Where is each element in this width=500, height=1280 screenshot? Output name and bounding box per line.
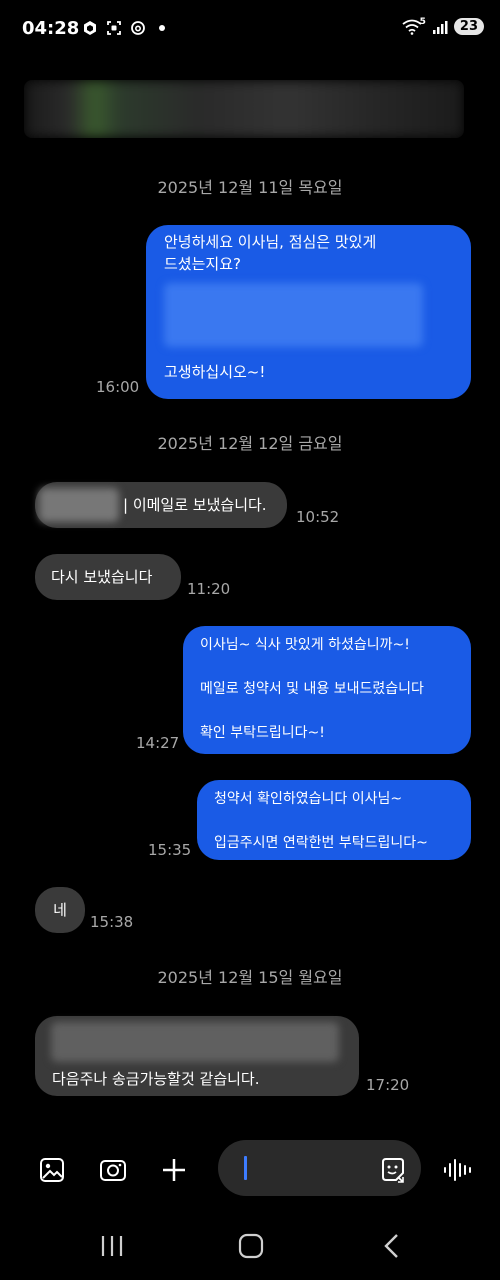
threads-icon — [131, 21, 145, 35]
message-text: 확인 부탁드립니다~! — [200, 725, 325, 741]
recents-nav-button[interactable] — [92, 1230, 132, 1262]
plus-icon — [163, 1159, 185, 1181]
gallery-button[interactable] — [34, 1152, 70, 1188]
camera-icon — [100, 1160, 126, 1181]
message-text: 이사님~ 식사 맛있게 하셨습니까~! — [200, 637, 410, 653]
redacted-text — [164, 283, 423, 347]
text-cursor — [244, 1156, 247, 1180]
wifi-icon — [402, 19, 422, 35]
emoji-sticker-icon — [382, 1158, 404, 1183]
redacted-text — [51, 1022, 339, 1062]
cube-app-icon — [84, 21, 96, 35]
contact-header[interactable] — [24, 80, 464, 138]
message-text: 드셨는지요? — [164, 255, 241, 273]
message-time: 17:20 — [366, 1076, 410, 1094]
message-text: | 이메일로 보냈습니다. — [123, 496, 267, 514]
screenshot-icon — [107, 21, 121, 35]
voice-icon — [444, 1159, 471, 1181]
message-text: 메일로 청약서 및 내용 보내드렸습니다 — [200, 681, 424, 697]
sent-message[interactable]: 청약서 확인하였습니다 이사님~ 입금주시면 연락한번 부탁드립니다~ — [197, 780, 471, 860]
message-time: 15:35 — [148, 841, 192, 859]
message-time: 16:00 — [96, 378, 140, 396]
home-nav-button[interactable] — [231, 1230, 271, 1262]
signal-icon — [432, 20, 448, 34]
system-nav-bar — [0, 1214, 500, 1274]
gallery-icon — [40, 1158, 64, 1182]
date-separator: 2025년 12월 15일 월요일 — [157, 968, 343, 987]
sent-message[interactable]: 이사님~ 식사 맛있게 하셨습니까~! 메일로 청약서 및 내용 보내드렸습니다… — [183, 626, 471, 754]
date-separator: 2025년 12월 11일 목요일 — [157, 178, 343, 197]
message-time: 10:52 — [296, 508, 340, 526]
battery-level: 23 — [453, 18, 484, 35]
dot-icon — [159, 25, 165, 31]
message-text: 다시 보냈습니다 — [51, 568, 153, 586]
received-message[interactable]: 네 — [35, 887, 85, 933]
home-nav-icon — [238, 1233, 264, 1259]
notification-icons — [82, 20, 170, 36]
network-label: 5 — [419, 16, 426, 27]
message-text: 입금주시면 연락한번 부탁드립니다~ — [214, 835, 428, 851]
received-message[interactable]: 다음주나 송금가능할것 같습니다. — [35, 1016, 359, 1096]
sent-message[interactable]: 안녕하세요 이사님, 점심은 맛있게 드셨는지요? 고생하십시오~! — [146, 225, 471, 399]
add-attachment-button[interactable] — [156, 1152, 192, 1188]
composer-bar — [0, 1140, 500, 1200]
redacted-contact — [24, 80, 464, 138]
message-time: 15:38 — [90, 913, 134, 931]
date-separator: 2025년 12월 12일 금요일 — [157, 434, 343, 453]
status-time: 04:28 — [22, 18, 80, 39]
message-text: 안녕하세요 이사님, 점심은 맛있게 — [164, 233, 377, 251]
redacted-text — [39, 488, 119, 522]
recents-nav-icon — [101, 1236, 123, 1256]
message-time: 14:27 — [136, 734, 180, 752]
voice-button[interactable] — [440, 1152, 476, 1188]
received-message[interactable]: | 이메일로 보냈습니다. — [35, 482, 287, 528]
message-text: 청약서 확인하였습니다 이사님~ — [214, 791, 403, 807]
received-message[interactable]: 다시 보냈습니다 — [35, 554, 181, 600]
back-nav-button[interactable] — [372, 1230, 412, 1262]
status-bar: 04:28 5 23 — [0, 0, 500, 60]
message-text: 다음주나 송금가능할것 같습니다. — [52, 1070, 260, 1088]
back-nav-icon — [384, 1234, 398, 1258]
message-time: 11:20 — [187, 580, 231, 598]
camera-button[interactable] — [95, 1152, 131, 1188]
message-text: 네 — [53, 901, 67, 919]
status-right: 5 23 — [402, 16, 484, 35]
message-text: 고생하십시오~! — [164, 363, 266, 381]
emoji-sticker-button[interactable] — [375, 1152, 411, 1188]
